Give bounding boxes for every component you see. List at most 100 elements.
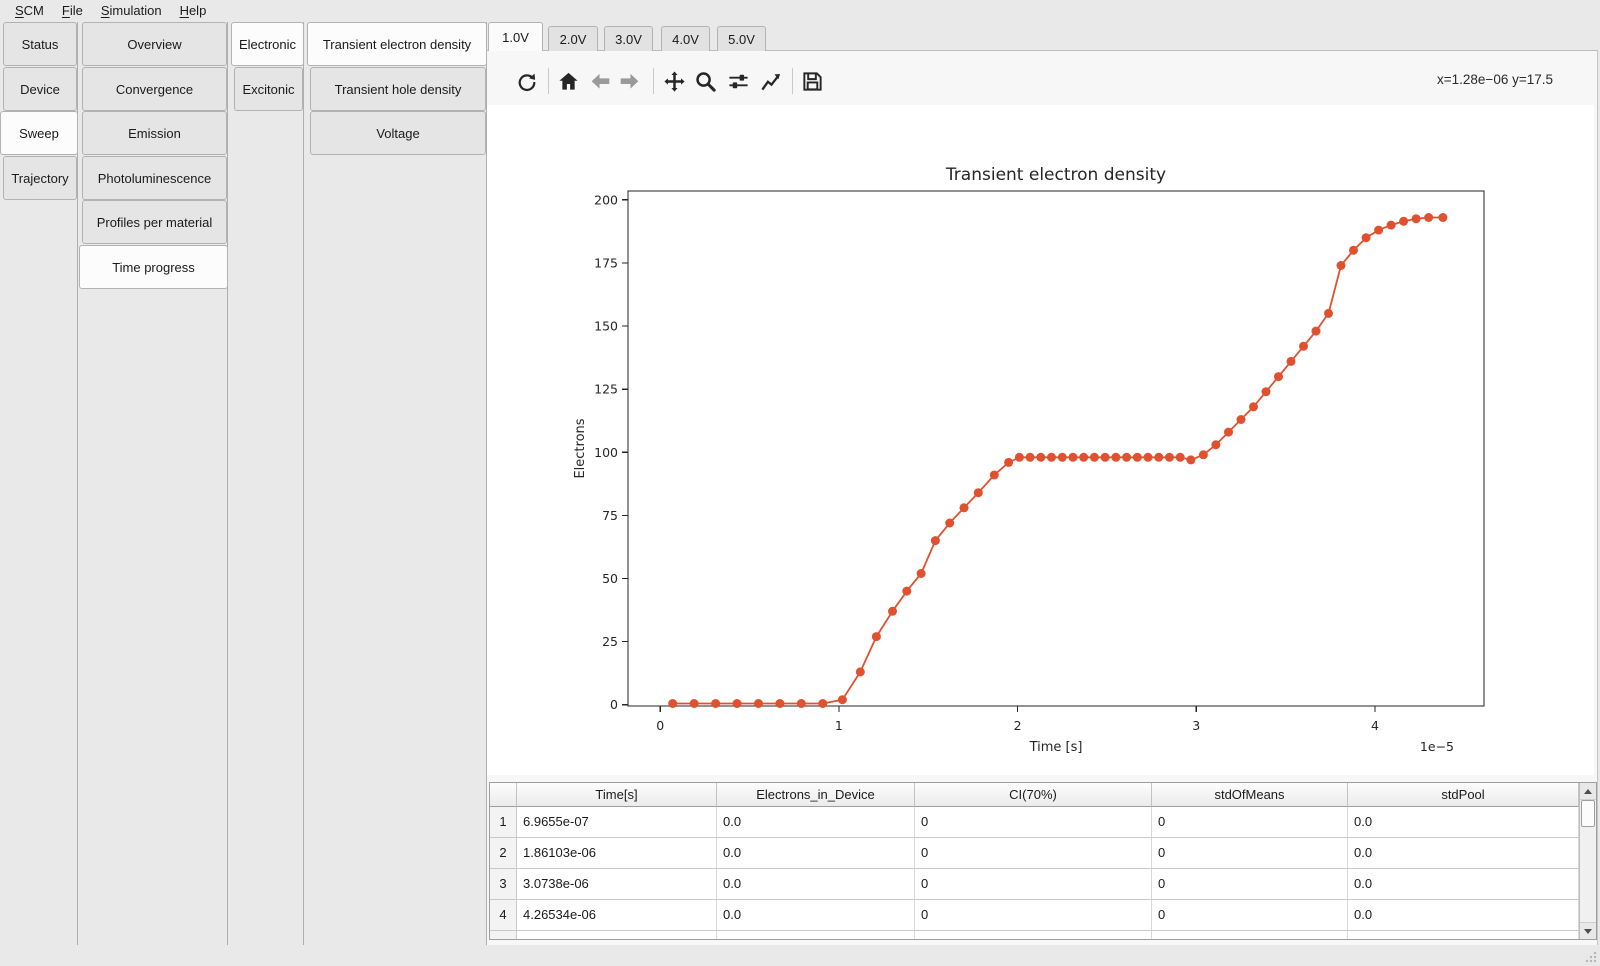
nav-tab-transient-electron-density[interactable]: Transient electron density bbox=[307, 22, 487, 66]
y-tick-label: 200 bbox=[594, 192, 618, 207]
menu-item-simulation[interactable]: Simulation bbox=[94, 0, 169, 21]
voltage-tab-5.0v[interactable]: 5.0V bbox=[717, 26, 766, 51]
table-row: 16.9655e-070.0000.0 bbox=[490, 807, 1596, 838]
nav-tab-emission[interactable]: Emission bbox=[82, 111, 227, 155]
table-cell[interactable]: 6.9655e-07 bbox=[517, 807, 717, 838]
column-header-stdofmeans[interactable]: stdOfMeans bbox=[1152, 783, 1348, 807]
table-cell[interactable]: 0.0 bbox=[1348, 869, 1579, 900]
application-window: SCMFileSimulationHelp StatusDeviceSweepT… bbox=[0, 0, 1600, 966]
plot-canvas[interactable]: Transient electron density01234025507510… bbox=[487, 105, 1594, 775]
table-cell[interactable]: 0.0 bbox=[717, 807, 915, 838]
refresh-icon bbox=[515, 70, 538, 93]
nav-tab-electronic[interactable]: Electronic bbox=[231, 22, 304, 66]
home-icon bbox=[557, 70, 580, 93]
table-cell[interactable]: 0 bbox=[915, 869, 1152, 900]
table-cell[interactable]: 0.0 bbox=[717, 869, 915, 900]
nav-tab-device[interactable]: Device bbox=[3, 67, 77, 111]
y-tick-label: 125 bbox=[594, 382, 618, 397]
table-cell[interactable] bbox=[1152, 931, 1348, 940]
refresh-button[interactable] bbox=[511, 66, 541, 96]
resize-grip[interactable] bbox=[1582, 948, 1598, 964]
table-cell[interactable]: 4.26534e-06 bbox=[517, 900, 717, 931]
nav-tab-trajectory[interactable]: Trajectory bbox=[3, 156, 77, 200]
y-axis-label: Electrons bbox=[573, 418, 588, 478]
pan-icon bbox=[663, 70, 686, 93]
scrollbar-down-icon[interactable] bbox=[1580, 922, 1596, 939]
home-button[interactable] bbox=[553, 66, 583, 96]
menu-item-scm[interactable]: SCM bbox=[8, 0, 51, 21]
nav-tab-convergence[interactable]: Convergence bbox=[82, 67, 227, 111]
table-cell[interactable]: 0 bbox=[915, 807, 1152, 838]
table-cell[interactable]: 0 bbox=[915, 900, 1152, 931]
line-chart: Transient electron density01234025507510… bbox=[487, 105, 1594, 775]
voltage-tab-1.0v[interactable]: 1.0V bbox=[488, 22, 543, 51]
data-table: Time[s]Electrons_in_DeviceCI(70%)stdOfMe… bbox=[489, 782, 1597, 940]
table-cell[interactable] bbox=[1348, 931, 1579, 940]
row-header[interactable]: 4 bbox=[490, 900, 517, 931]
menu-item-file[interactable]: File bbox=[55, 0, 90, 21]
nav-tab-transient-hole-density[interactable]: Transient hole density bbox=[310, 67, 486, 111]
plot-options-icon bbox=[759, 70, 782, 93]
table-cell[interactable]: 0 bbox=[1152, 807, 1348, 838]
row-header[interactable]: 3 bbox=[490, 869, 517, 900]
row-header[interactable]: 1 bbox=[490, 807, 517, 838]
column-header-electrons-in-device[interactable]: Electrons_in_Device bbox=[717, 783, 915, 807]
plot-options-button[interactable] bbox=[755, 66, 785, 96]
voltage-tab-3.0v[interactable]: 3.0V bbox=[604, 26, 653, 51]
column-header-time-s[interactable]: Time[s] bbox=[517, 783, 717, 807]
nav-tab-excitonic[interactable]: Excitonic bbox=[234, 67, 303, 111]
x-tick-label: 4 bbox=[1371, 718, 1379, 733]
table-cell[interactable]: 0.0 bbox=[1348, 807, 1579, 838]
zoom-icon bbox=[694, 70, 717, 93]
y-tick-label: 50 bbox=[602, 571, 618, 586]
nav-tab-status[interactable]: Status bbox=[3, 22, 77, 66]
forward-button[interactable] bbox=[614, 66, 644, 96]
scrollbar-up-icon[interactable] bbox=[1580, 783, 1596, 800]
voltage-tab-2.0v[interactable]: 2.0V bbox=[548, 26, 598, 51]
pan-button[interactable] bbox=[659, 66, 689, 96]
table-cell[interactable]: 0 bbox=[1152, 869, 1348, 900]
x-tick-label: 1 bbox=[835, 718, 843, 733]
nav-tab-profiles-per-material[interactable]: Profiles per material bbox=[82, 200, 227, 244]
cursor-coordinates: x=1.28e−06 y=17.5 bbox=[1437, 72, 1553, 87]
save-button[interactable] bbox=[797, 66, 827, 96]
table-row: 44.26534e-060.0000.0 bbox=[490, 900, 1596, 931]
table-cell[interactable]: 0 bbox=[1152, 900, 1348, 931]
table-corner-header[interactable] bbox=[490, 783, 517, 807]
column-header-stdpool[interactable]: stdPool bbox=[1348, 783, 1579, 807]
table-cell[interactable]: 0 bbox=[1152, 838, 1348, 869]
menu-item-help[interactable]: Help bbox=[173, 0, 214, 21]
table-cell[interactable] bbox=[915, 931, 1152, 940]
table-scrollbar[interactable] bbox=[1579, 783, 1596, 939]
row-header[interactable]: 2 bbox=[490, 838, 517, 869]
y-tick-label: 75 bbox=[602, 508, 618, 523]
menu-bar: SCMFileSimulationHelp bbox=[0, 0, 1600, 22]
column-header-ci-70[interactable]: CI(70%) bbox=[915, 783, 1152, 807]
table-cell[interactable]: 3.0738e-06 bbox=[517, 869, 717, 900]
nav-tab-voltage[interactable]: Voltage bbox=[310, 111, 486, 155]
x-axis-label: Time [s] bbox=[1029, 740, 1083, 755]
toolbar-divider bbox=[548, 68, 549, 94]
scrollbar-thumb[interactable] bbox=[1581, 800, 1595, 827]
y-tick-label: 25 bbox=[602, 634, 618, 649]
table-cell[interactable]: 0.0 bbox=[1348, 900, 1579, 931]
y-tick-label: 175 bbox=[594, 255, 618, 270]
row-header[interactable] bbox=[490, 931, 517, 940]
nav-tab-photoluminescence[interactable]: Photoluminescence bbox=[82, 156, 227, 200]
nav-tab-overview[interactable]: Overview bbox=[82, 22, 227, 66]
nav-tab-time-progress[interactable]: Time progress bbox=[79, 245, 228, 289]
back-button[interactable] bbox=[585, 66, 615, 96]
toolbar-divider bbox=[653, 68, 654, 94]
table-cell[interactable] bbox=[717, 931, 915, 940]
table-cell[interactable]: 1.86103e-06 bbox=[517, 838, 717, 869]
table-cell[interactable]: 0.0 bbox=[1348, 838, 1579, 869]
table-cell[interactable] bbox=[517, 931, 717, 940]
table-cell[interactable]: 0.0 bbox=[717, 838, 915, 869]
nav-tab-sweep[interactable]: Sweep bbox=[0, 111, 78, 155]
voltage-tab-4.0v[interactable]: 4.0V bbox=[661, 26, 710, 51]
table-cell[interactable]: 0 bbox=[915, 838, 1152, 869]
subplots-button[interactable] bbox=[723, 66, 753, 96]
zoom-button[interactable] bbox=[690, 66, 720, 96]
table-cell[interactable]: 0.0 bbox=[717, 900, 915, 931]
x-tick-label: 2 bbox=[1014, 718, 1022, 733]
